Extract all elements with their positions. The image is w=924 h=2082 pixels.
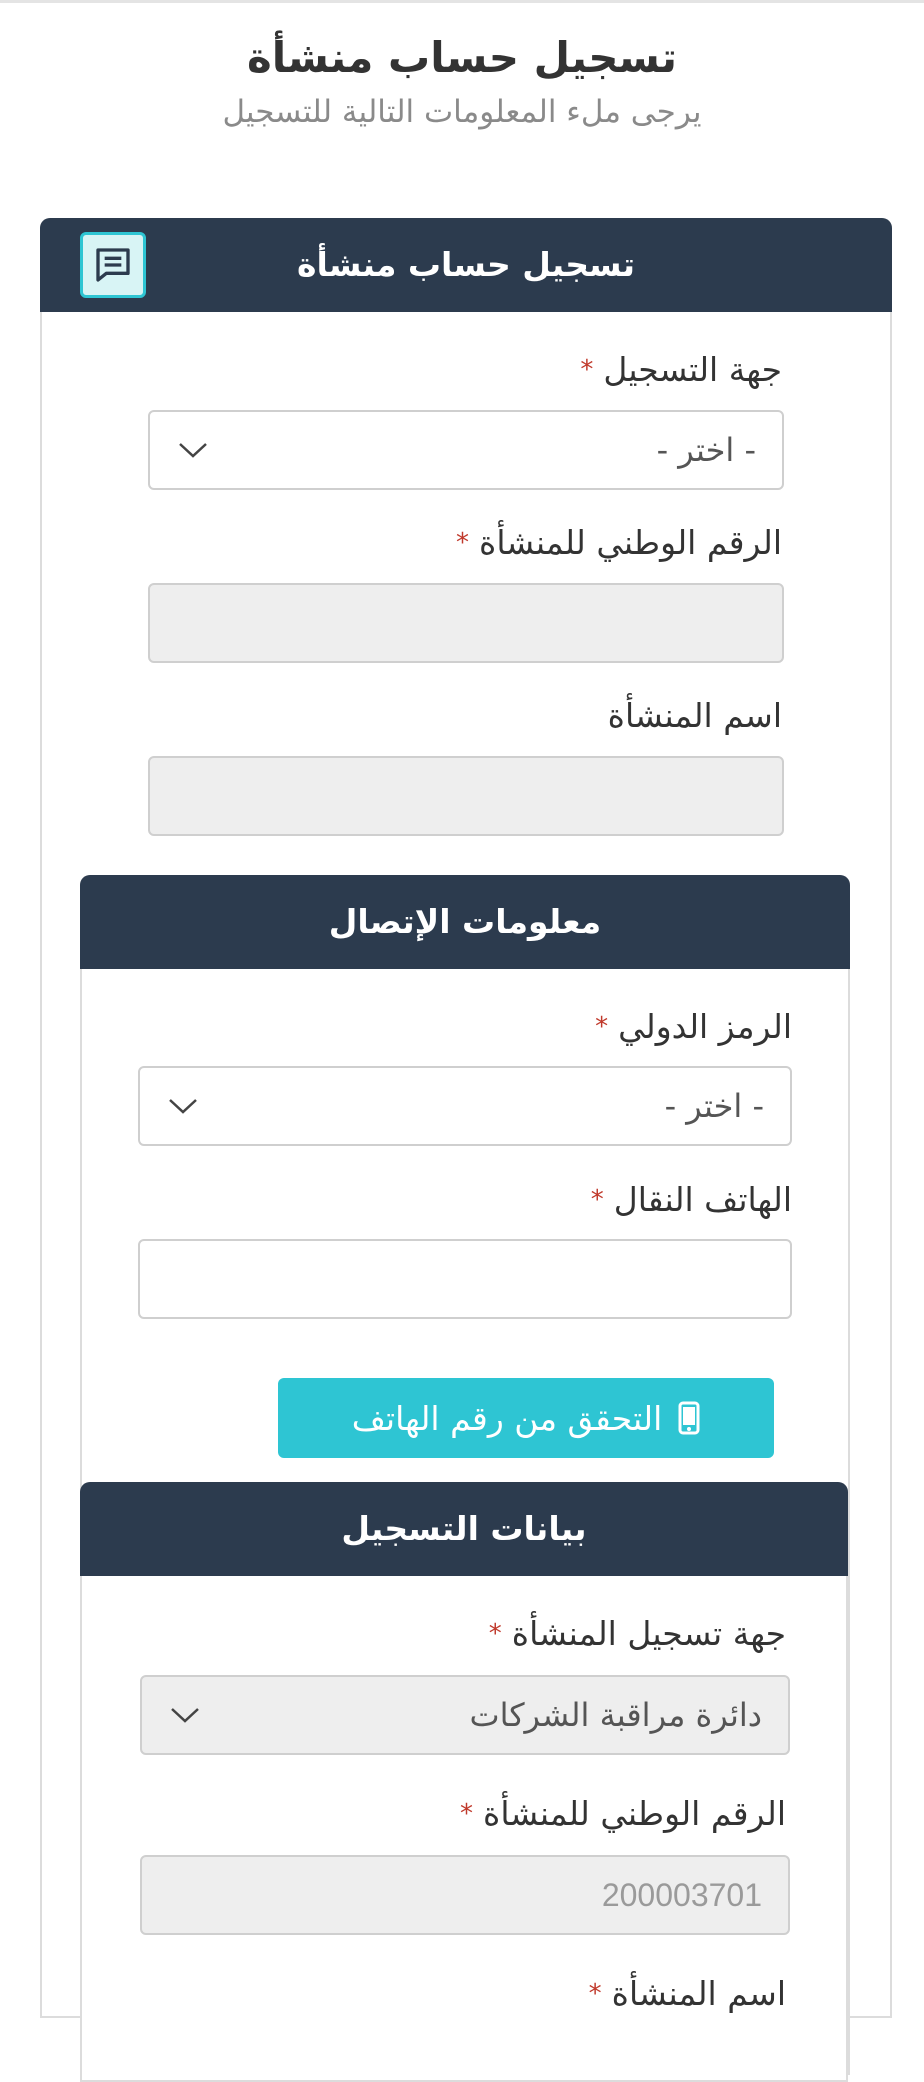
chat-icon xyxy=(96,248,130,282)
page-title: تسجيل حساب منشأة xyxy=(246,33,678,82)
panel-title: بيانات التسجيل xyxy=(341,1509,587,1548)
establishment-name-label: اسم المنشأة xyxy=(607,696,782,735)
required-mark: * xyxy=(590,1184,604,1215)
page-subtitle: يرجى ملء المعلومات التالية للتسجيل xyxy=(222,94,702,130)
reg-national-number-input[interactable]: 200003701 xyxy=(140,1855,790,1935)
required-mark: * xyxy=(580,354,594,385)
establishment-name-input[interactable] xyxy=(148,756,784,836)
registration-authority-label: جهة التسجيل * xyxy=(580,350,782,389)
verify-phone-label: التحقق من رقم الهاتف xyxy=(351,1398,663,1438)
country-code-select[interactable]: - اختر - xyxy=(138,1066,792,1146)
panel-registration-data: بيانات التسجيل جهة تسجيل المنشأة * دائرة… xyxy=(80,1482,848,2082)
chat-button[interactable] xyxy=(80,232,146,298)
panel-header: تسجيل حساب منشأة xyxy=(40,218,892,312)
chevron-down-icon xyxy=(176,433,210,467)
panel-title: معلومات الإتصال xyxy=(328,902,602,941)
required-mark: * xyxy=(595,1011,609,1042)
reg-establishment-name-label: اسم المنشأة * xyxy=(588,1974,786,2013)
required-mark: * xyxy=(456,527,470,558)
reg-national-number-label: الرقم الوطني للمنشأة * xyxy=(460,1794,786,1833)
chevron-down-icon xyxy=(168,1698,202,1732)
mobile-label: الهاتف النقال * xyxy=(590,1180,792,1219)
panel-header: بيانات التسجيل xyxy=(80,1482,848,1576)
national-number-input[interactable] xyxy=(148,583,784,663)
panel-title: تسجيل حساب منشأة xyxy=(297,245,635,284)
required-mark: * xyxy=(588,1978,602,2009)
registration-authority-select[interactable]: - اختر - xyxy=(148,410,784,490)
mobile-input[interactable] xyxy=(138,1239,792,1319)
chevron-down-icon xyxy=(166,1089,200,1123)
national-number-label: الرقم الوطني للمنشأة * xyxy=(456,523,782,562)
registration-body-label: جهة تسجيل المنشأة * xyxy=(488,1614,786,1653)
panel-header: معلومات الإتصال xyxy=(80,875,850,969)
top-divider xyxy=(0,0,924,3)
page-header: تسجيل حساب منشأة يرجى ملء المعلومات التا… xyxy=(0,30,924,132)
verify-phone-button[interactable]: التحقق من رقم الهاتف xyxy=(278,1378,774,1458)
mobile-phone-icon xyxy=(678,1401,700,1435)
required-mark: * xyxy=(488,1618,502,1649)
required-mark: * xyxy=(460,1798,474,1829)
country-code-label: الرمز الدولي * xyxy=(595,1007,792,1046)
registration-body-select[interactable]: دائرة مراقبة الشركات xyxy=(140,1675,790,1755)
